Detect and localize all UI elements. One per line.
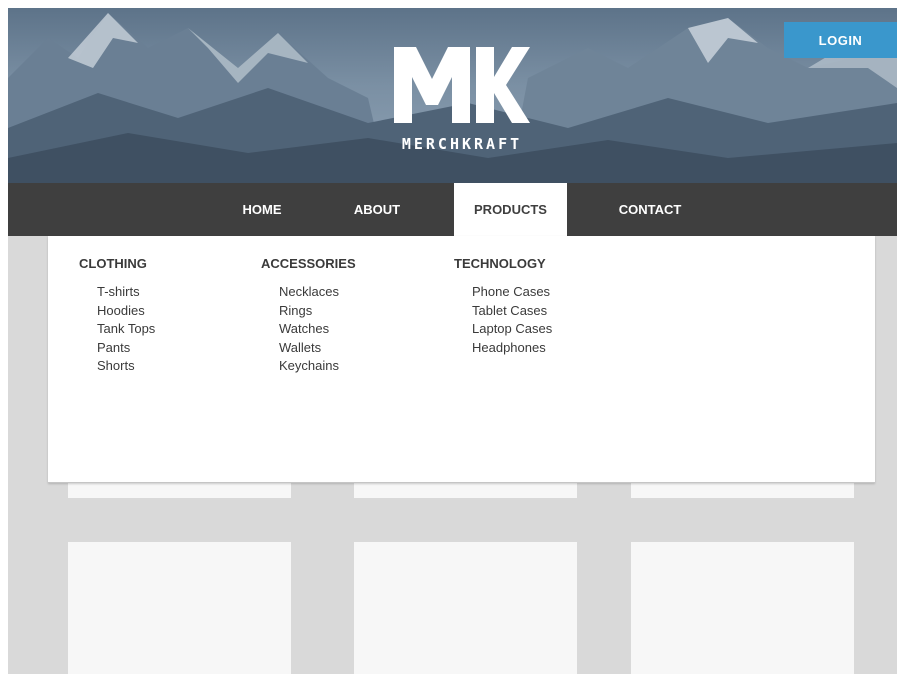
menu-item-headphones[interactable]: Headphones: [472, 339, 552, 358]
hero-banner: MK MERCHKRAFT LOGIN: [8, 8, 897, 183]
main-nav: HOME ABOUT PRODUCTS CONTACT: [8, 183, 897, 236]
menu-column-clothing: CLOTHING T-shirts Hoodies Tank Tops Pant…: [79, 256, 155, 376]
menu-item-necklaces[interactable]: Necklaces: [279, 283, 356, 302]
menu-item-tablet-cases[interactable]: Tablet Cases: [472, 302, 552, 321]
menu-item-watches[interactable]: Watches: [279, 320, 356, 339]
menu-item-pants[interactable]: Pants: [97, 339, 155, 358]
menu-column-accessories: ACCESSORIES Necklaces Rings Watches Wall…: [261, 256, 356, 376]
menu-column-title: TECHNOLOGY: [454, 256, 546, 271]
product-card[interactable]: [68, 542, 291, 674]
nav-about[interactable]: ABOUT: [339, 183, 415, 236]
nav-products[interactable]: PRODUCTS: [454, 183, 567, 236]
menu-column-title: ACCESSORIES: [261, 256, 356, 271]
menu-item-hoodies[interactable]: Hoodies: [97, 302, 155, 321]
product-card[interactable]: [631, 542, 854, 674]
menu-column-technology: TECHNOLOGY Phone Cases Tablet Cases Lapt…: [454, 256, 552, 357]
nav-contact[interactable]: CONTACT: [606, 183, 694, 236]
login-button[interactable]: LOGIN: [784, 22, 897, 58]
logo-mark: MK: [394, 47, 530, 123]
menu-item-tank-tops[interactable]: Tank Tops: [97, 320, 155, 339]
menu-item-laptop-cases[interactable]: Laptop Cases: [472, 320, 552, 339]
menu-item-rings[interactable]: Rings: [279, 302, 356, 321]
menu-item-t-shirts[interactable]: T-shirts: [97, 283, 155, 302]
menu-item-phone-cases[interactable]: Phone Cases: [472, 283, 552, 302]
menu-item-shorts[interactable]: Shorts: [97, 357, 155, 376]
nav-home[interactable]: HOME: [224, 183, 300, 236]
logo-wordmark: MERCHKRAFT: [401, 135, 523, 153]
page: MK MERCHKRAFT LOGIN HOME ABOUT PRODUCTS …: [8, 8, 897, 674]
menu-item-keychains[interactable]: Keychains: [279, 357, 356, 376]
product-card[interactable]: [354, 542, 577, 674]
menu-item-wallets[interactable]: Wallets: [279, 339, 356, 358]
products-mega-menu: CLOTHING T-shirts Hoodies Tank Tops Pant…: [48, 236, 875, 483]
menu-column-title: CLOTHING: [79, 256, 147, 271]
